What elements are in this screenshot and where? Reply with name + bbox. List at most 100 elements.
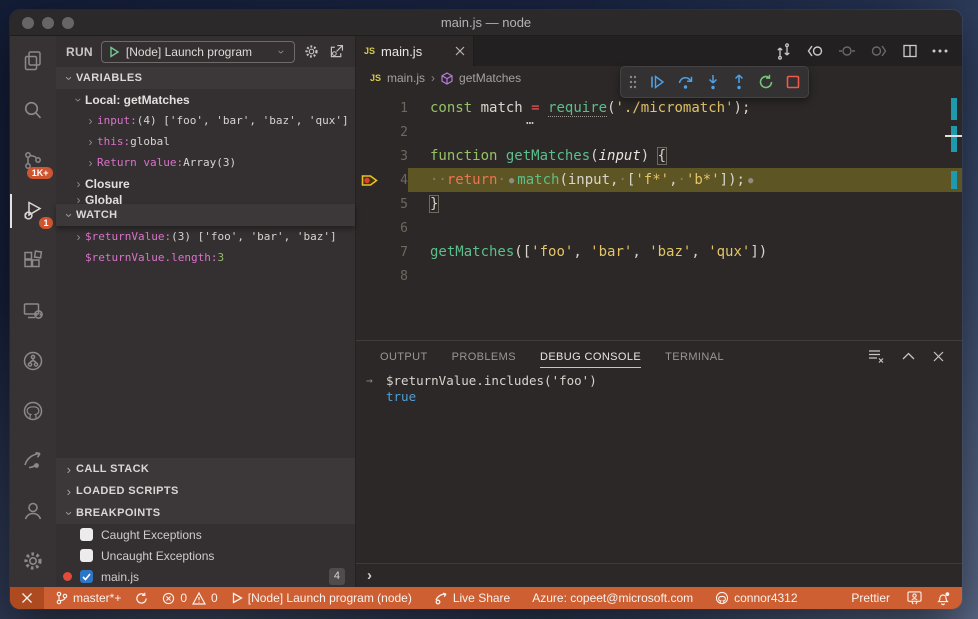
toolbar-drag-handle[interactable] (629, 75, 637, 89)
chevron-right-icon[interactable]: › (84, 156, 97, 170)
breakpoint-row[interactable]: Uncaught Exceptions (56, 545, 355, 566)
more-actions-icon[interactable] (932, 49, 948, 53)
settings-gear-icon[interactable] (10, 536, 56, 586)
extensions-icon[interactable] (10, 236, 56, 286)
run-debug-icon[interactable]: 1 (10, 186, 56, 236)
launch-config-dropdown[interactable]: [Node] Launch program › (100, 40, 295, 63)
explorer-icon[interactable] (10, 36, 56, 86)
code-line-8[interactable]: 8 (356, 264, 962, 288)
tree-row[interactable]: › $returnValue: (3) ['foo', 'bar', 'baz'] (56, 226, 355, 247)
debug-console-input[interactable]: › (356, 563, 962, 587)
code-line-1[interactable]: 1 const match = require('./micromatch');… (356, 96, 962, 128)
breadcrumb-file[interactable]: main.js (387, 71, 425, 85)
line-content: } (408, 192, 962, 216)
panel-tab-terminal[interactable]: TERMINAL (665, 345, 724, 368)
token: ]) (750, 244, 768, 260)
open-changes-icon[interactable] (775, 42, 792, 60)
tree-row[interactable]: › input: (4) ['foo', 'bar', 'baz', 'qux'] (56, 110, 355, 131)
remote-indicator[interactable] (10, 587, 44, 609)
loaded-scripts-section-header[interactable]: LOADED SCRIPTS (56, 480, 355, 502)
breakpoints-section-header[interactable]: BREAKPOINTS (56, 502, 355, 524)
breakpoint-row[interactable]: main.js 4 (56, 566, 355, 587)
tab-main-js[interactable]: JS main.js (356, 36, 474, 66)
step-back-icon[interactable] (806, 43, 824, 59)
start-debug-icon[interactable] (108, 45, 120, 58)
close-panel-icon[interactable] (933, 351, 944, 362)
close-tab-icon[interactable] (455, 46, 465, 56)
panel-tab-output[interactable]: OUTPUT (380, 345, 428, 368)
token: ([ (514, 244, 532, 260)
code-line-7[interactable]: 7 getMatches(['foo', 'bar', 'baz', 'qux']… (356, 240, 962, 264)
chevron-right-icon[interactable]: › (72, 230, 85, 244)
chevron-right-icon[interactable]: › (72, 177, 85, 191)
github-account-status[interactable]: connor4312 (708, 587, 804, 609)
panel-tab-debug-console[interactable]: DEBUG CONSOLE (539, 345, 642, 368)
code-line-4[interactable]: 4 ··return· ● match(input,·['f*',·'b*']); ● (356, 168, 962, 192)
gitlens-icon[interactable] (10, 436, 56, 486)
watch-tree: › $returnValue: (3) ['foo', 'bar', 'baz']… (56, 226, 355, 268)
overview-ruler[interactable] (945, 90, 962, 340)
reverse-continue-icon[interactable] (838, 43, 856, 59)
breakpoint-row[interactable]: Caught Exceptions (56, 524, 355, 545)
token: Array(3) (183, 156, 237, 169)
watch-section-header[interactable]: WATCH (56, 204, 355, 226)
git-branch-status[interactable]: master*+ (48, 587, 128, 609)
tree-row[interactable]: $returnValue.length: 3 (56, 247, 355, 268)
current-line-breakpoint-icon[interactable] (356, 174, 382, 187)
debug-console-toggle-icon[interactable] (328, 43, 345, 60)
chevron-right-icon[interactable]: › (84, 135, 97, 149)
tree-row[interactable]: › Closure (56, 173, 355, 194)
problems-status[interactable]: 0 0 (155, 587, 224, 609)
azure-account-status[interactable]: Azure: copeet@microsoft.com (525, 587, 700, 609)
feedback-icon[interactable] (897, 587, 932, 609)
prettier-status[interactable]: Prettier (844, 587, 897, 609)
code-editor[interactable]: 1 const match = require('./micromatch');…… (356, 90, 962, 340)
search-icon[interactable] (10, 86, 56, 136)
notifications-bell-icon[interactable] (932, 587, 962, 609)
code-line-6[interactable]: 6 (356, 216, 962, 240)
breakpoint-checkbox[interactable] (80, 528, 93, 541)
source-control-icon[interactable]: 1K+ (10, 136, 56, 186)
tree-row[interactable]: › Local: getMatches (56, 89, 355, 110)
remote-explorer-icon[interactable] (10, 286, 56, 336)
chevron-down-icon[interactable]: › (72, 93, 86, 106)
debug-settings-gear-icon[interactable] (303, 43, 320, 60)
continue-icon[interactable] (649, 74, 665, 90)
split-editor-icon[interactable] (902, 43, 918, 59)
maximize-panel-icon[interactable] (902, 352, 915, 360)
restart-icon[interactable] (758, 74, 774, 90)
code-line-5[interactable]: 5} (356, 192, 962, 216)
breadcrumb-symbol[interactable]: getMatches (459, 71, 521, 85)
breakpoint-label: main.js (101, 569, 140, 584)
line-number: 5 (400, 196, 408, 212)
run-label: RUN (66, 44, 93, 59)
code-lines: 1 const match = require('./micromatch');…… (356, 96, 962, 288)
chevron-right-icon[interactable]: › (84, 114, 97, 128)
clear-console-icon[interactable] (868, 349, 884, 363)
call-stack-section-header[interactable]: CALL STACK (56, 458, 355, 480)
debug-launch-status[interactable]: [Node] Launch program (node) (225, 587, 419, 609)
breakpoint-checkbox[interactable] (80, 549, 93, 562)
breakpoint-checkbox[interactable] (80, 570, 93, 583)
token: 'qux' (708, 244, 751, 260)
step-over-icon[interactable] (677, 74, 694, 90)
debug-console-output[interactable]: → $returnValue.includes('foo') true (356, 371, 962, 563)
code-line-2[interactable]: 2 (356, 120, 962, 144)
code-line-3[interactable]: 3 function getMatches(input) { (356, 144, 962, 168)
tree-row[interactable]: › this: global (56, 131, 355, 152)
step-forward-icon[interactable] (870, 43, 888, 59)
live-share-status[interactable]: Live Share (427, 587, 517, 609)
panel-tab-problems[interactable]: PROBLEMS (452, 345, 516, 368)
chevron-down-icon: › (274, 49, 289, 54)
sync-changes-icon[interactable] (128, 587, 155, 609)
step-into-icon[interactable] (706, 74, 720, 90)
tree-row[interactable]: › Return value: Array(3) (56, 152, 355, 173)
account-icon[interactable] (10, 486, 56, 536)
variables-section-header[interactable]: VARIABLES (56, 67, 355, 89)
console-prompt-icon: › (367, 567, 372, 584)
git-graph-icon[interactable] (10, 336, 56, 386)
github-icon[interactable] (10, 386, 56, 436)
stop-icon[interactable] (786, 75, 800, 89)
token: , (669, 172, 678, 188)
step-out-icon[interactable] (732, 74, 746, 90)
